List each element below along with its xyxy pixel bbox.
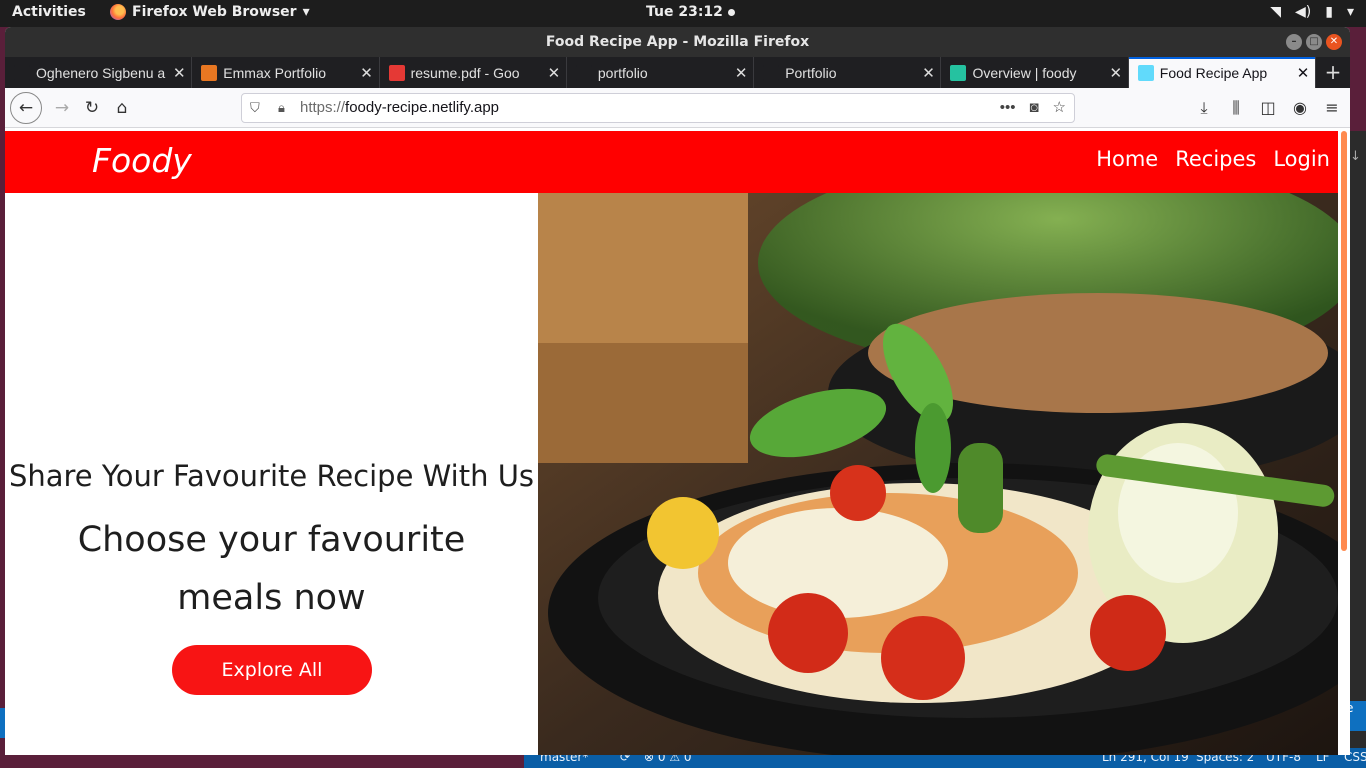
forward-button[interactable]: →: [47, 93, 77, 123]
window-controls: – □ ✕: [1286, 34, 1342, 50]
downloads-icon[interactable]: ⤓: [1194, 93, 1214, 123]
shield-icon[interactable]: ⛉: [250, 94, 260, 122]
pocket-icon[interactable]: ◙: [1029, 94, 1038, 122]
sidebar-icon[interactable]: ◫: [1258, 93, 1278, 123]
tab-label: resume.pdf - Goo: [410, 64, 520, 81]
page-scrollbar-thumb[interactable]: [1341, 131, 1347, 551]
app-menu[interactable]: Firefox Web Browser ▾: [110, 4, 310, 20]
hero-text-panel: Share Your Favourite Recipe With Us Choo…: [5, 193, 538, 755]
bookmark-star-icon[interactable]: ☆: [1053, 94, 1066, 122]
toolbar-right: ⤓ ⫼ ◫ ◉ ≡: [1194, 93, 1342, 123]
tab-6[interactable]: Food Recipe App ✕: [1128, 57, 1317, 88]
battery-icon: ▮: [1325, 4, 1333, 20]
firefox-icon: [110, 4, 126, 20]
site-header: Foody Home Recipes Login: [5, 131, 1338, 193]
tab-favicon-icon: [201, 64, 218, 81]
window-title: Food Recipe App - Mozilla Firefox: [545, 34, 810, 50]
tab-2[interactable]: resume.pdf - Goo ✕: [380, 57, 567, 88]
close-tab-icon[interactable]: ✕: [916, 64, 940, 82]
tab-label: portfolio: [597, 64, 648, 81]
system-tray[interactable]: ◥ ◀) ▮ ▾: [1270, 4, 1354, 20]
tab-label: Oghenero Sigbenu a: [36, 64, 166, 81]
tab-label: Food Recipe App: [1159, 64, 1268, 81]
web-page: Foody Home Recipes Login Share Your Favo…: [5, 131, 1350, 755]
tab-label: Portfolio: [785, 64, 837, 81]
notification-dot-icon: [727, 8, 735, 16]
minimize-button[interactable]: –: [1286, 34, 1302, 50]
home-button[interactable]: ⌂: [107, 93, 137, 123]
close-tab-icon[interactable]: ✕: [542, 64, 566, 82]
nav-home-link[interactable]: Home: [1096, 147, 1158, 171]
chevron-down-icon: ▾: [302, 4, 310, 20]
hero-food-image: [538, 193, 1338, 755]
url-text: https://foody-recipe.netlify.app: [300, 94, 499, 122]
clock-label: Tue 23:12: [646, 4, 723, 20]
food-photo-illustration: [538, 193, 1338, 755]
maximize-button[interactable]: □: [1306, 34, 1322, 50]
site-logo[interactable]: Foody: [92, 141, 192, 180]
address-bar[interactable]: ⛉ 🔒︎ https://foody-recipe.netlify.app ••…: [241, 93, 1075, 123]
account-icon[interactable]: ◉: [1290, 93, 1310, 123]
tab-favicon-icon: [950, 64, 967, 81]
tab-favicon-icon: [575, 64, 592, 81]
close-tab-icon[interactable]: ✕: [355, 64, 379, 82]
tab-1[interactable]: Emmax Portfolio ✕: [192, 57, 380, 88]
close-tab-icon[interactable]: ✕: [1104, 64, 1128, 82]
explore-all-button[interactable]: Explore All: [172, 645, 372, 695]
hero-headline: Choose your favourite meals now: [77, 520, 466, 618]
chevron-down-icon: ▾: [1346, 4, 1354, 20]
hero-tagline: Share Your Favourite Recipe With Us: [8, 459, 535, 493]
tab-4[interactable]: Portfolio ✕: [754, 57, 942, 88]
app-menu-label: Firefox Web Browser: [132, 4, 297, 20]
close-tab-icon[interactable]: ✕: [729, 64, 753, 82]
activities-button[interactable]: Activities: [12, 4, 86, 20]
system-top-bar: Activities Firefox Web Browser ▾ Tue 23:…: [0, 0, 1366, 27]
tab-label: Emmax Portfolio: [223, 64, 326, 81]
close-window-button[interactable]: ✕: [1326, 34, 1342, 50]
nav-login-link[interactable]: Login: [1273, 147, 1330, 171]
page-actions-icon[interactable]: •••: [1000, 94, 1016, 122]
navigation-toolbar: ← → ↻ ⌂ ⛉ 🔒︎ https://foody-recipe.netlif…: [5, 88, 1350, 128]
close-tab-icon[interactable]: ✕: [1291, 64, 1315, 82]
lock-icon[interactable]: 🔒︎: [278, 94, 285, 122]
address-bar-actions: ••• ◙ ☆: [1000, 94, 1066, 122]
nav-recipes-link[interactable]: Recipes: [1175, 147, 1256, 171]
tab-favicon-icon: [1137, 64, 1154, 81]
clock[interactable]: Tue 23:12: [646, 4, 735, 20]
url-host: foody-recipe.netlify.app: [345, 99, 500, 116]
tab-favicon-icon: [763, 64, 780, 81]
tab-strip: Oghenero Sigbenu a ✕ Emmax Portfolio ✕ resum…: [5, 57, 1350, 88]
firefox-window: Food Recipe App - Mozilla Firefox – □ ✕ …: [5, 27, 1350, 755]
site-nav: Home Recipes Login: [1096, 147, 1330, 171]
menu-icon[interactable]: ≡: [1322, 93, 1342, 123]
library-icon[interactable]: ⫼: [1226, 93, 1246, 123]
back-button[interactable]: ←: [10, 92, 42, 124]
tab-0[interactable]: Oghenero Sigbenu a ✕: [5, 57, 193, 88]
volume-icon: ◀): [1295, 4, 1312, 20]
arrow-down-icon: ↓: [1350, 149, 1361, 164]
wifi-icon: ◥: [1270, 4, 1282, 20]
tab-favicon-icon: [388, 64, 405, 81]
tab-3[interactable]: portfolio ✕: [567, 57, 755, 88]
url-protocol: https://: [300, 99, 346, 116]
tab-5[interactable]: Overview | foody ✕: [941, 57, 1129, 88]
tab-label: Overview | foody: [972, 64, 1077, 81]
window-titlebar[interactable]: Food Recipe App - Mozilla Firefox – □ ✕: [5, 27, 1350, 57]
tab-favicon-icon: [14, 64, 30, 81]
new-tab-button[interactable]: +: [1316, 57, 1350, 88]
close-tab-icon[interactable]: ✕: [167, 64, 191, 82]
reload-button[interactable]: ↻: [77, 93, 107, 123]
